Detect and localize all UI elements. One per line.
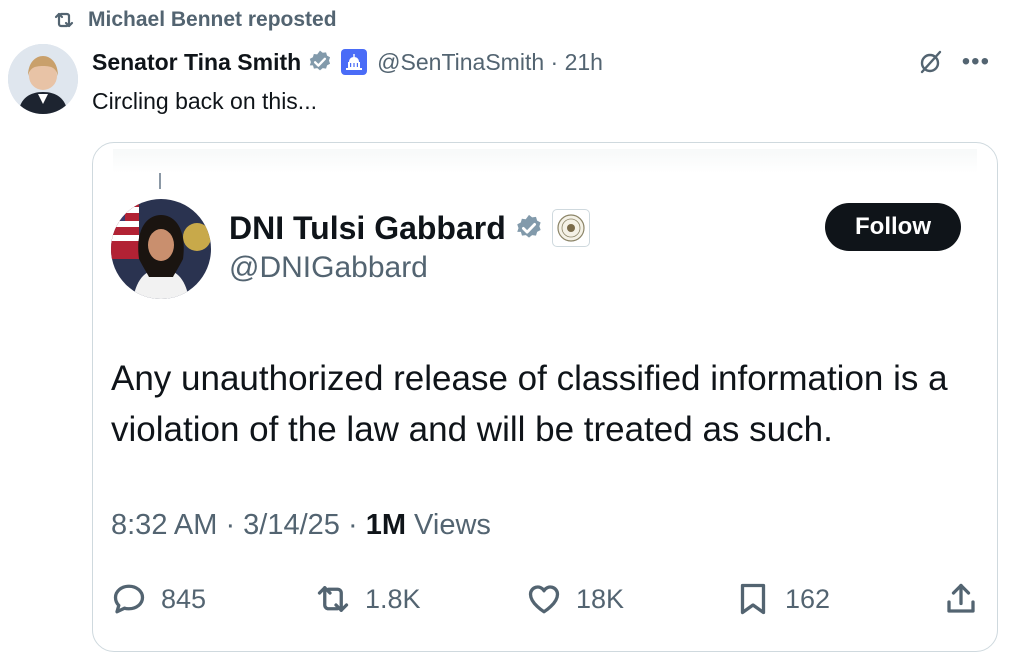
quoted-author-name[interactable]: DNI Tulsi Gabbard [229,210,506,247]
bookmark-icon [740,583,766,615]
quoted-tweet-text: Any unauthorized release of classified i… [111,359,948,449]
bookmark-button[interactable]: 162 [735,581,830,617]
card-tick-mark [159,173,161,189]
heart-icon [528,585,560,614]
follow-button[interactable]: Follow [825,203,961,251]
verified-badge-icon [309,50,331,71]
reply-icon [113,584,145,614]
quoted-author-name-row: DNI Tulsi Gabbard [229,209,590,247]
tweet-text: Circling back on this... [92,88,317,114]
author-name[interactable]: Senator Tina Smith [92,49,301,76]
grok-icon[interactable] [916,48,944,76]
tweet-actions-bar: 845 1.8K 18K 162 [111,581,979,625]
repost-button[interactable]: 1.8K [315,581,421,617]
like-button[interactable]: 18K [526,581,624,617]
repost-label: Michael Bennet reposted [88,8,337,31]
reply-count: 845 [161,583,207,614]
card-top-gradient [113,149,977,173]
author-handle-time[interactable]: @SenTinaSmith · 21h [377,49,603,76]
reply-button[interactable]: 845 [111,581,206,617]
government-seal-icon [551,209,590,247]
government-capitol-badge-icon [341,49,368,75]
quoted-author-avatar[interactable] [111,199,211,299]
verified-badge-icon [517,214,541,238]
views-label: Views [406,509,491,541]
quoted-timestamp[interactable]: 8:32 AM · 3/14/25 · [111,509,366,541]
like-count: 18K [576,583,625,614]
header-actions: ••• [916,48,990,76]
share-icon [947,583,975,613]
repost-count: 1.8K [365,583,421,614]
bookmark-count: 162 [785,583,831,614]
more-icon[interactable]: ••• [962,48,990,76]
author-avatar[interactable] [8,44,78,114]
quoted-tweet-meta: 8:32 AM · 3/14/25 · 1M Views [111,509,491,542]
repost-indicator[interactable]: Michael Bennet reposted [52,8,337,32]
quoted-author-handle[interactable]: @DNIGabbard [229,251,428,285]
tweet-header: Senator Tina Smith @SenTinaSmith · 21h •… [92,44,990,80]
quoted-tweet-card[interactable]: DNI Tulsi Gabbard @DNIGabbard Follow Any… [92,142,998,652]
repost-icon [54,12,74,28]
share-button[interactable] [943,581,979,617]
views-count: 1M [365,509,406,541]
repost-icon [317,586,349,612]
